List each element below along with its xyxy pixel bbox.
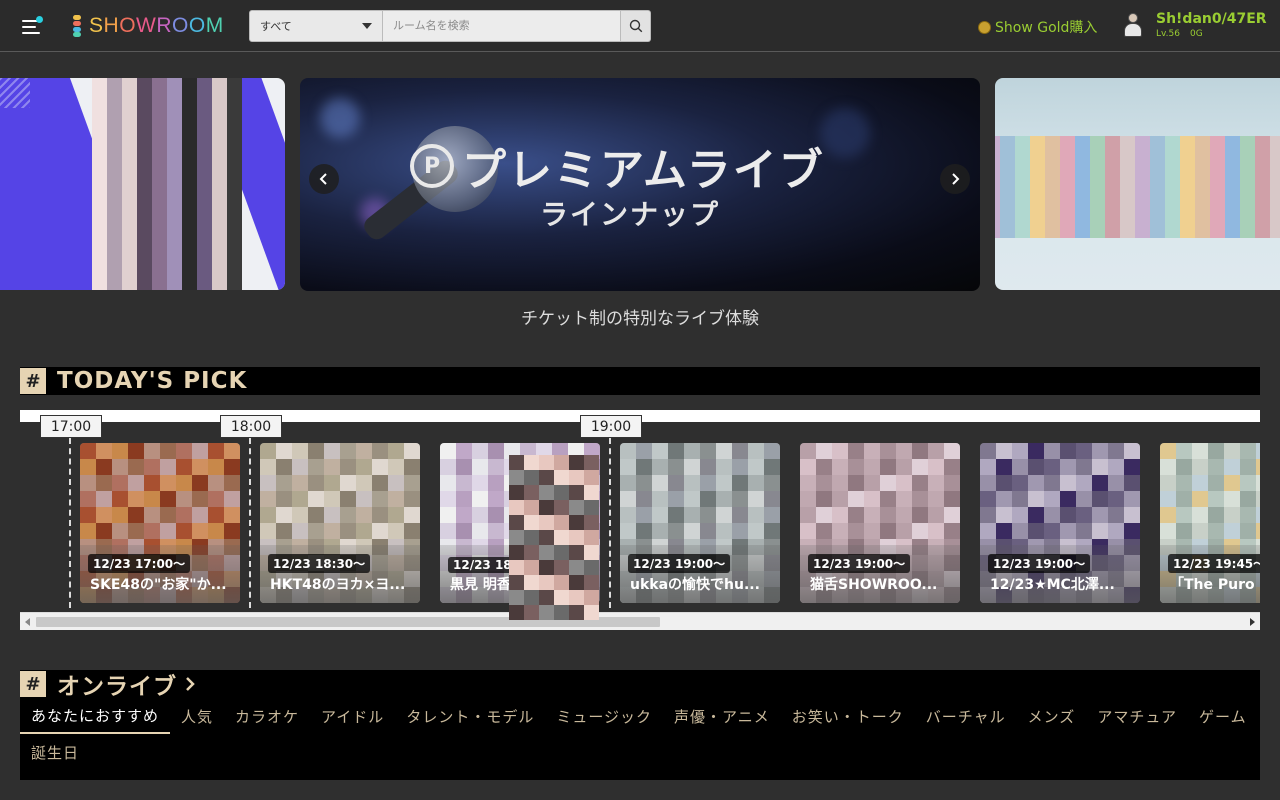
time-marker: 19:00 bbox=[580, 415, 642, 438]
scroll-right-icon[interactable] bbox=[1250, 618, 1255, 626]
category-tab[interactable]: お笑い・トーク bbox=[781, 698, 915, 734]
user-level: Lv.56 bbox=[1156, 29, 1180, 39]
pixelated-group-image bbox=[995, 136, 1280, 238]
carousel-prev-button[interactable] bbox=[309, 164, 339, 194]
program-time: 12/23 18:30～ bbox=[268, 554, 371, 573]
category-tab[interactable]: 人気 bbox=[170, 698, 224, 734]
on-live-header[interactable]: # オンライブ bbox=[20, 670, 1260, 700]
category-tab[interactable]: ミュージック bbox=[545, 698, 663, 734]
program-card[interactable]: 12/23 18:30～ HKT48のヨカ×ヨ... bbox=[260, 443, 420, 603]
user-name: Sh!dan0/47ER bbox=[1156, 11, 1267, 27]
chevron-right-icon bbox=[186, 677, 195, 691]
search-scope-select[interactable]: すべて bbox=[249, 10, 383, 42]
todays-pick-timeline: 17:00 18:00 19:00 12/23 17:00～ SKE48の"お家… bbox=[20, 410, 1260, 630]
caret-down-icon bbox=[362, 23, 372, 29]
program-card[interactable]: 12/23 19:00～ 12/23★MC北澤... bbox=[980, 443, 1140, 603]
program-title: SKE48の"お家"か... bbox=[90, 577, 227, 593]
logo-text: SHOWROOM bbox=[89, 14, 224, 37]
search-input[interactable] bbox=[383, 10, 621, 42]
category-tab[interactable]: タレント・モデル bbox=[395, 698, 545, 734]
hash-icon: # bbox=[20, 368, 46, 394]
time-marker: 17:00 bbox=[40, 415, 102, 438]
category-tab[interactable]: ゲーム bbox=[1188, 698, 1258, 734]
category-tab[interactable]: アマチュア bbox=[1086, 698, 1188, 734]
category-tab[interactable]: バーチャル bbox=[915, 698, 1017, 734]
showroom-logo[interactable]: SHOWROOM bbox=[70, 12, 224, 40]
program-card[interactable]: 12/23 17:00～ SKE48の"お家"か... bbox=[80, 443, 240, 603]
menu-icon[interactable] bbox=[20, 14, 46, 38]
horizontal-scrollbar[interactable] bbox=[20, 612, 1260, 630]
chevron-left-icon bbox=[319, 173, 327, 185]
search-bar: すべて bbox=[249, 10, 651, 42]
top-header: SHOWROOM すべて Show Gold購入 Sh!dan0/47ER Lv… bbox=[0, 0, 1280, 52]
category-tab[interactable]: あなたにおすすめ bbox=[20, 698, 171, 734]
premium-live-banner[interactable]: P プレミアムライブ ラインナップ bbox=[300, 78, 980, 291]
user-gold: 0G bbox=[1189, 29, 1203, 39]
program-title: ukkaの愉快でhu... bbox=[630, 577, 760, 593]
premium-live-subtitle: ラインナップ bbox=[540, 198, 721, 231]
program-time: 12/23 19:00～ bbox=[628, 554, 731, 573]
category-tab[interactable]: 誕生日 bbox=[20, 734, 90, 770]
program-card[interactable]: 12/23 19:00～ ukkaの愉快でhu... bbox=[620, 443, 780, 603]
category-tab[interactable]: アイドル bbox=[310, 698, 395, 734]
search-icon bbox=[629, 19, 642, 33]
gold-label: Show Gold購入 bbox=[995, 20, 1098, 36]
notification-dot bbox=[36, 16, 43, 23]
program-card[interactable]: 12/23 19:45～ 「The Puro bbox=[1160, 443, 1260, 603]
banner-slide-next[interactable] bbox=[995, 78, 1280, 290]
program-title: 12/23★MC北澤... bbox=[990, 577, 1115, 593]
program-time: 12/23 19:45～ bbox=[1168, 554, 1260, 573]
program-title: 猫舌SHOWROO... bbox=[810, 577, 938, 593]
chevron-right-icon bbox=[952, 173, 960, 185]
program-card[interactable]: 12/23 19:00～ 猫舌SHOWROO... bbox=[800, 443, 960, 603]
program-time: 12/23 17:00～ bbox=[88, 554, 191, 573]
banner-carousel: P プレミアムライブ ラインナップ bbox=[0, 78, 1280, 292]
todays-pick-title: TODAY'S PICK bbox=[57, 368, 248, 394]
category-tab[interactable]: メンズ bbox=[1017, 698, 1087, 734]
avatar bbox=[1122, 10, 1144, 40]
carousel-next-button[interactable] bbox=[940, 164, 970, 194]
time-marker: 18:00 bbox=[220, 415, 282, 438]
program-time: 12/23 19:00～ bbox=[808, 554, 911, 573]
premium-live-title: プレミアムライブ bbox=[462, 145, 825, 196]
hash-icon: # bbox=[20, 671, 46, 697]
pixelated-person-image bbox=[509, 455, 599, 620]
user-menu[interactable]: Sh!dan0/47ER Lv.56 0G bbox=[1122, 10, 1267, 40]
program-title: 「The Puro bbox=[1170, 577, 1255, 593]
gold-coin-icon bbox=[978, 20, 991, 34]
program-title: HKT48のヨカ×ヨ... bbox=[270, 577, 406, 593]
banner-slide-prev[interactable] bbox=[0, 78, 285, 290]
category-tabs: あなたにおすすめ 人気 カラオケ アイドル タレント・モデル ミュージック 声優・アニメ お笑… bbox=[20, 698, 1260, 780]
banner-caption: チケット制の特別なライブ体験 bbox=[521, 309, 759, 329]
program-time: 12/23 19:00～ bbox=[988, 554, 1091, 573]
category-tab[interactable]: 声優・アニメ bbox=[663, 698, 781, 734]
show-gold-purchase-link[interactable]: Show Gold購入 bbox=[978, 17, 1097, 37]
scroll-left-icon[interactable] bbox=[25, 618, 30, 626]
pixelated-person-image bbox=[92, 78, 242, 290]
logo-mark-icon bbox=[70, 15, 84, 37]
category-tab[interactable]: カラオケ bbox=[224, 698, 310, 734]
todays-pick-header: # TODAY'S PICK bbox=[20, 367, 1260, 395]
on-live-title: オンライブ bbox=[57, 674, 177, 700]
search-scope-label: すべて bbox=[260, 20, 292, 33]
premium-p-icon: P bbox=[410, 144, 454, 188]
search-button[interactable] bbox=[621, 10, 651, 42]
